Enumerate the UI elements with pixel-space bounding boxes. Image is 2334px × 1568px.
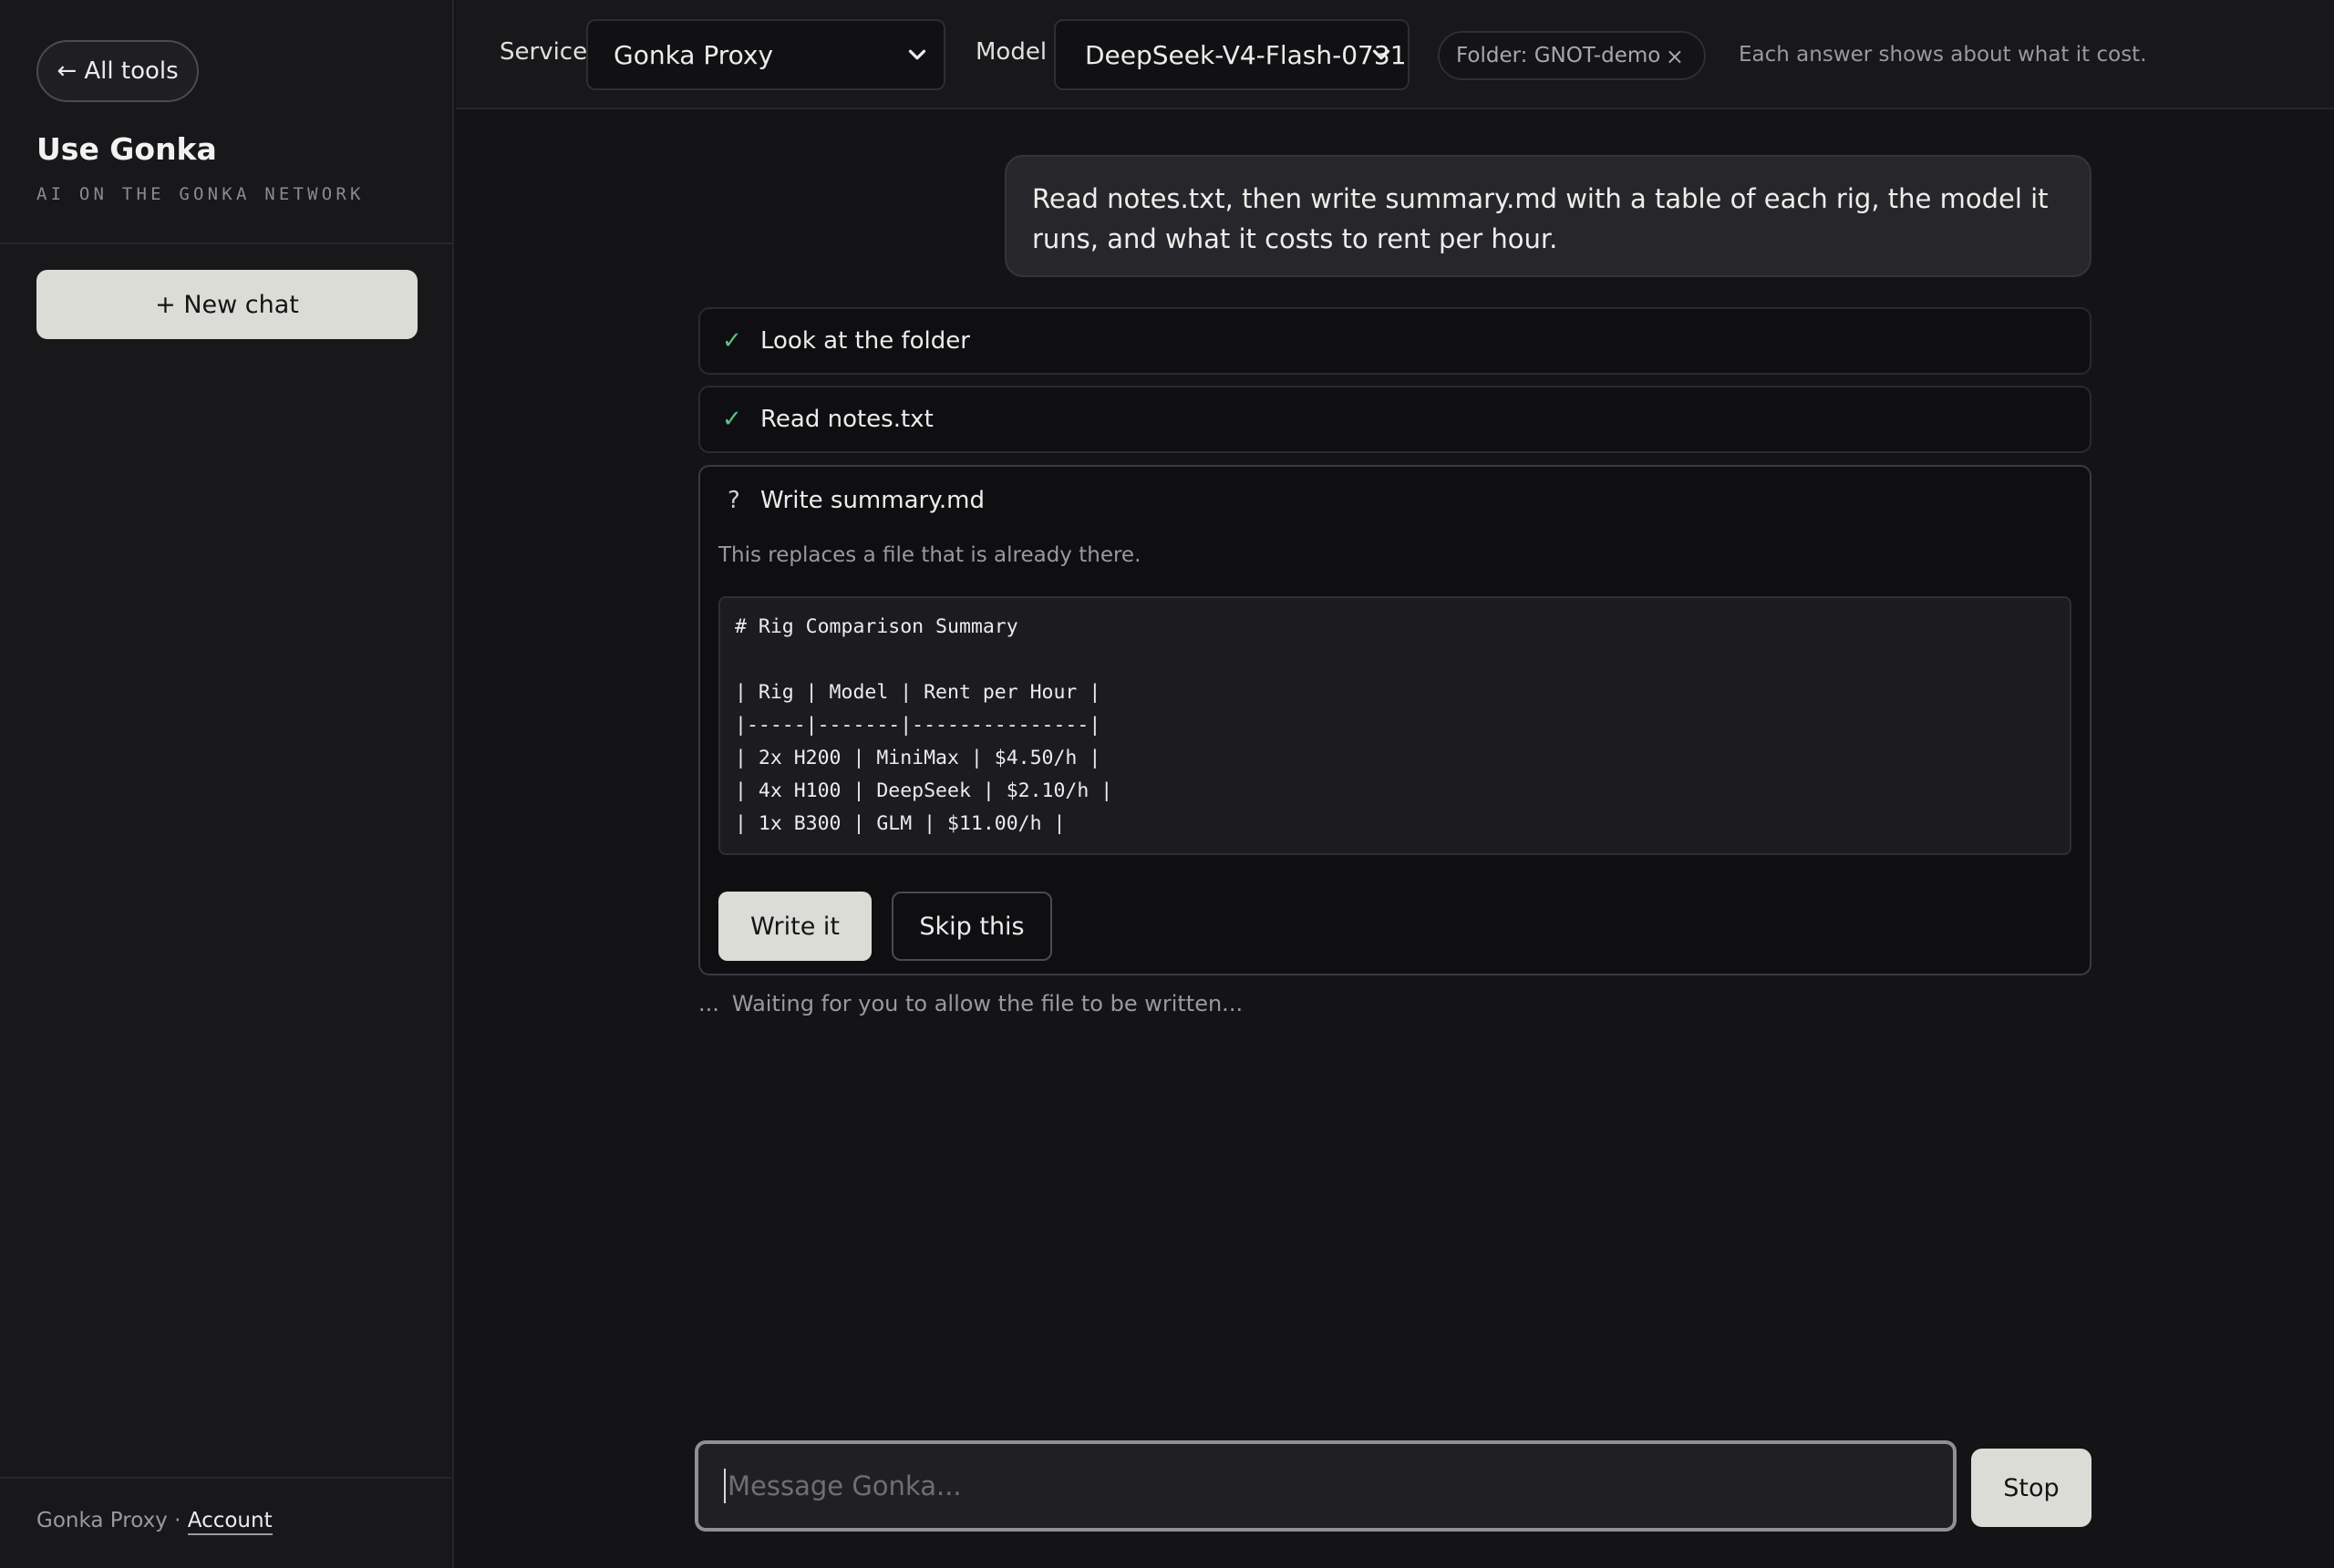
text-caret (724, 1469, 726, 1503)
service-label: Service (500, 38, 588, 66)
folder-chip: Folder: GNOT-demo × (1438, 31, 1706, 80)
app-window: ← All tools Use Gonka AI ON THE GONKA NE… (0, 0, 2334, 1568)
message-input[interactable]: Message Gonka... (695, 1440, 1957, 1532)
new-chat-button[interactable]: + New chat (36, 270, 418, 339)
service-value: Gonka Proxy (614, 39, 774, 70)
check-icon: ✓ (722, 327, 742, 355)
sidebar-footer-divider (0, 1477, 452, 1479)
skip-this-button[interactable]: Skip this (892, 892, 1052, 961)
step-read-notes[interactable]: ✓ Read notes.txt (698, 386, 2091, 453)
model-label: Model (976, 38, 1048, 66)
folder-chip-label: Folder: GNOT-demo (1456, 44, 1661, 67)
footer-service-text: Gonka Proxy · (36, 1509, 181, 1532)
sidebar: ← All tools Use Gonka AI ON THE GONKA NE… (0, 0, 454, 1568)
step-look-folder[interactable]: ✓ Look at the folder (698, 307, 2091, 375)
step-label: Write summary.md (760, 487, 985, 514)
app-title: Use Gonka (36, 131, 217, 167)
all-tools-label: ← All tools (57, 57, 179, 85)
sidebar-divider (0, 242, 452, 244)
top-bar: Service Gonka Proxy Model DeepSeek-V4-Fl… (456, 0, 2334, 109)
file-preview: # Rig Comparison Summary | Rig | Model |… (718, 596, 2071, 855)
step-warning-note: This replaces a file that is already the… (718, 543, 1141, 567)
status-text: Waiting for you to allow the file to be … (731, 991, 1244, 1016)
app-subtitle: AI ON THE GONKA NETWORK (36, 184, 365, 204)
close-icon[interactable]: × (1666, 44, 1684, 69)
chevron-down-icon (1372, 49, 1390, 60)
message-placeholder: Message Gonka... (728, 1470, 962, 1501)
stop-button[interactable]: Stop (1971, 1449, 2091, 1527)
cost-hint: Each answer shows about what it cost. (1739, 43, 2147, 67)
write-it-button[interactable]: Write it (718, 892, 872, 961)
model-select[interactable]: DeepSeek-V4-Flash-0731 (1054, 19, 1410, 90)
all-tools-button[interactable]: ← All tools (36, 40, 199, 102)
step-label: Read notes.txt (760, 406, 934, 433)
account-link[interactable]: Account (187, 1509, 273, 1535)
status-dots: ... (698, 991, 719, 1016)
check-icon: ✓ (722, 406, 742, 433)
sidebar-footer: Gonka Proxy · Account (36, 1509, 273, 1535)
status-line: ... Waiting for you to allow the file to … (698, 991, 1243, 1016)
model-value: DeepSeek-V4-Flash-0731 (1085, 39, 1407, 70)
service-select[interactable]: Gonka Proxy (586, 19, 945, 90)
user-message: Read notes.txt, then write summary.md wi… (1005, 155, 2091, 277)
step-label: Look at the folder (760, 327, 970, 355)
chevron-down-icon (908, 49, 926, 60)
question-icon: ? (728, 487, 740, 514)
step-write-summary: ? Write summary.md This replaces a file … (698, 465, 2091, 975)
